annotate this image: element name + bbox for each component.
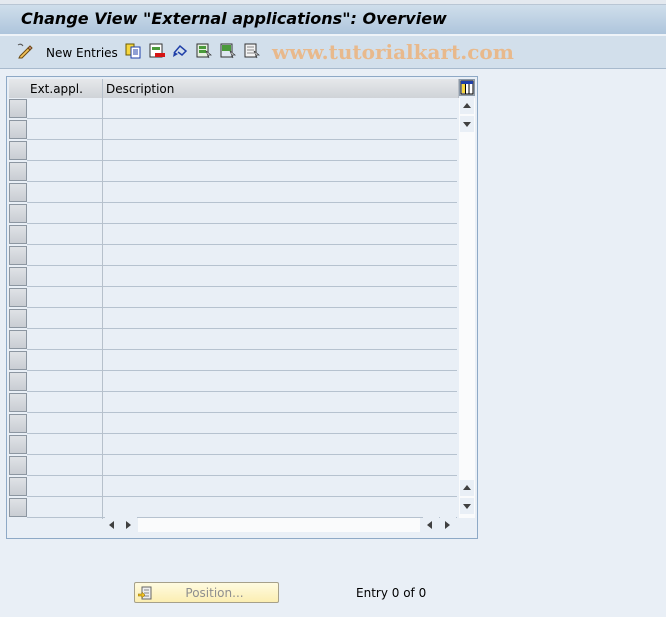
row-selector[interactable]: [9, 162, 27, 181]
row-selector[interactable]: [9, 246, 27, 265]
column-divider: [102, 79, 103, 519]
table-row[interactable]: [27, 140, 457, 161]
row-selector[interactable]: [9, 477, 27, 496]
delete-icon[interactable]: [149, 43, 165, 59]
title-bar: Change View "External applications": Ove…: [0, 5, 666, 36]
table-row[interactable]: [27, 413, 457, 434]
scroll-track[interactable]: [138, 518, 420, 532]
row-selector[interactable]: [9, 309, 27, 328]
table-row[interactable]: [27, 161, 457, 182]
scroll-right-end-button[interactable]: [440, 517, 456, 533]
table-row[interactable]: [27, 98, 457, 119]
arrow-left-icon: [109, 521, 114, 529]
table-row[interactable]: [27, 119, 457, 140]
page-title: Change View "External applications": Ove…: [21, 9, 447, 28]
column-header-label: Ext.appl.: [30, 82, 83, 96]
arrow-left-icon: [427, 521, 432, 529]
arrow-down-icon: [463, 504, 471, 509]
select-all-icon[interactable]: [196, 43, 212, 59]
arrow-right-icon: [445, 521, 450, 529]
watermark-text: www.tutorialkart.com: [272, 40, 514, 64]
row-selector[interactable]: [9, 351, 27, 370]
table-row[interactable]: [27, 203, 457, 224]
row-selector[interactable]: [9, 141, 27, 160]
row-selector[interactable]: [9, 498, 27, 517]
column-header-label: Description: [106, 82, 175, 96]
row-selector[interactable]: [9, 204, 27, 223]
arrow-up-icon: [463, 103, 471, 108]
scroll-left-button[interactable]: [105, 517, 121, 533]
table-row[interactable]: [27, 245, 457, 266]
application-toolbar: New Entries www.tutorialkart.com: [0, 36, 666, 69]
table-row[interactable]: [27, 329, 457, 350]
position-button[interactable]: Position...: [134, 582, 279, 603]
table-row[interactable]: [27, 224, 457, 245]
column-header-description[interactable]: Description: [103, 79, 459, 98]
row-selector[interactable]: [9, 372, 27, 391]
position-button-label: Position...: [185, 586, 244, 600]
scroll-page-up-button[interactable]: [460, 480, 474, 496]
table-row[interactable]: [27, 287, 457, 308]
scroll-down-button[interactable]: [460, 116, 474, 132]
table-row[interactable]: [27, 392, 457, 413]
scroll-page-down-button[interactable]: [460, 498, 474, 514]
deselect-all-icon[interactable]: [244, 43, 260, 59]
arrow-right-icon: [126, 521, 131, 529]
select-all-rows-header[interactable]: [9, 79, 28, 98]
table-row[interactable]: [27, 371, 457, 392]
select-block-icon[interactable]: [220, 43, 236, 59]
copy-icon[interactable]: [125, 43, 141, 59]
scroll-right-button[interactable]: [121, 517, 137, 533]
table-row[interactable]: [27, 266, 457, 287]
row-selector[interactable]: [9, 288, 27, 307]
row-selector[interactable]: [9, 120, 27, 139]
scroll-left-end-button[interactable]: [423, 517, 439, 533]
scroll-up-button[interactable]: [460, 98, 474, 114]
table-row[interactable]: [27, 434, 457, 455]
row-selector[interactable]: [9, 330, 27, 349]
new-entries-button[interactable]: New Entries: [46, 44, 118, 62]
table-row[interactable]: [27, 497, 457, 518]
table-row[interactable]: [27, 455, 457, 476]
horizontal-scrollbar[interactable]: [103, 517, 458, 533]
arrow-up-icon: [463, 485, 471, 490]
row-selector[interactable]: [9, 99, 27, 118]
row-selector[interactable]: [9, 393, 27, 412]
table-row[interactable]: [27, 350, 457, 371]
column-header-ext-appl[interactable]: Ext.appl.: [27, 79, 103, 98]
vertical-scrollbar[interactable]: [459, 98, 475, 518]
table-row[interactable]: [27, 476, 457, 497]
row-selector[interactable]: [9, 267, 27, 286]
table-settings-button[interactable]: [459, 79, 475, 96]
row-selector[interactable]: [9, 456, 27, 475]
undo-icon[interactable]: [172, 43, 188, 59]
row-selector[interactable]: [9, 183, 27, 202]
column-config-icon: [460, 80, 474, 95]
row-selector[interactable]: [9, 435, 27, 454]
entry-status: Entry 0 of 0: [356, 586, 427, 600]
edit-pencil-icon[interactable]: [17, 43, 33, 59]
table-row[interactable]: [27, 308, 457, 329]
arrow-down-icon: [463, 122, 471, 127]
table-row[interactable]: [27, 182, 457, 203]
row-selector[interactable]: [9, 414, 27, 433]
row-selector[interactable]: [9, 225, 27, 244]
table-control: Ext.appl. Description: [6, 76, 478, 539]
